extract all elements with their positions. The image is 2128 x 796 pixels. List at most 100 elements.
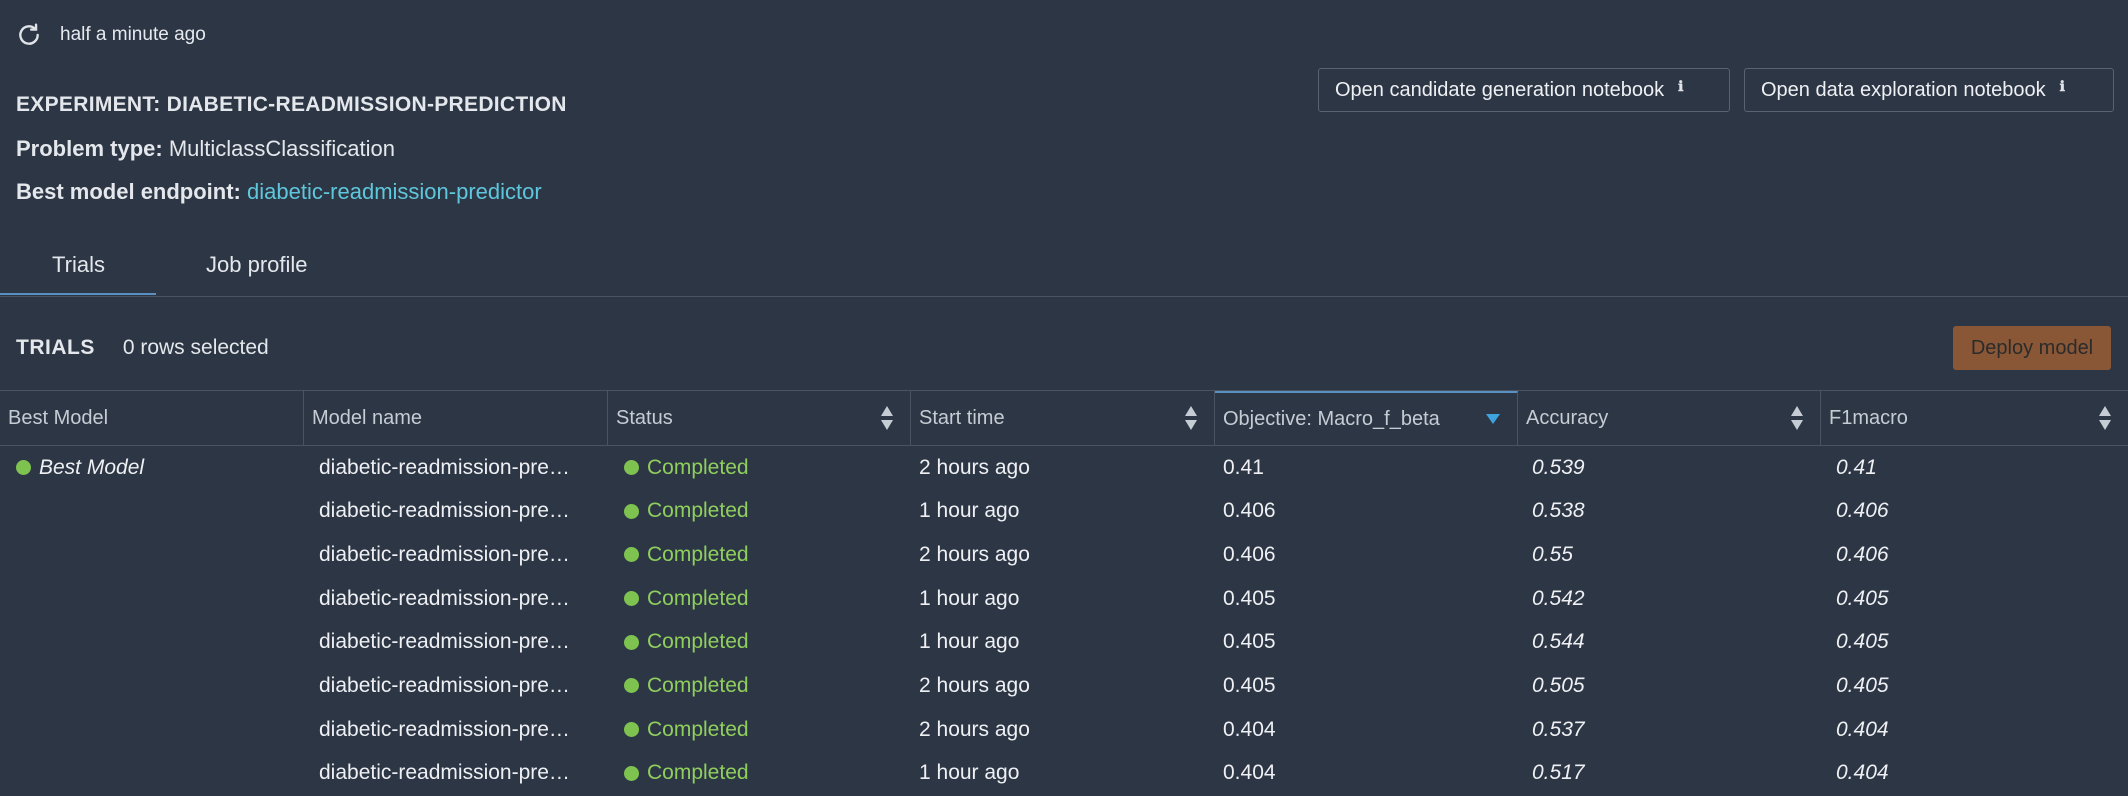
column-header-start-time[interactable]: Start time <box>911 391 1215 445</box>
model-name-cell[interactable]: diabetic-readmission-pre… <box>319 752 570 795</box>
objective-cell: 0.405 <box>1223 630 1276 654</box>
refresh-area: half a minute ago <box>16 22 206 48</box>
accuracy-cell: 0.544 <box>1532 630 1585 654</box>
sort-icon[interactable] <box>880 405 894 431</box>
status-cell: Completed <box>624 533 749 576</box>
sort-icon[interactable] <box>1790 405 1804 431</box>
start-time-cell: 2 hours ago <box>919 542 1030 566</box>
status-dot-icon <box>624 678 639 694</box>
f1macro-cell: 0.405 <box>1836 673 1889 697</box>
start-time-cell: 2 hours ago <box>919 455 1030 479</box>
table-row[interactable]: diabetic-readmission-pre… Completed 1 ho… <box>0 752 2128 796</box>
model-name-cell[interactable]: diabetic-readmission-pre… <box>319 577 570 620</box>
status-cell: Completed <box>624 664 749 707</box>
status-dot-icon <box>624 765 639 781</box>
objective-cell: 0.404 <box>1223 761 1276 785</box>
model-name-cell[interactable]: diabetic-readmission-pre… <box>319 446 570 489</box>
info-icon[interactable]: ℹ <box>1678 78 1683 95</box>
sort-descending-icon[interactable] <box>1485 413 1501 425</box>
best-model-dot-icon <box>16 460 31 475</box>
model-name-cell[interactable]: diabetic-readmission-pre… <box>319 664 570 707</box>
table-row[interactable]: Best Model diabetic-readmission-pre… Com… <box>0 446 2128 490</box>
objective-cell: 0.404 <box>1223 717 1276 741</box>
status-text: Completed <box>647 455 749 479</box>
best-model-label: Best Model <box>39 455 145 479</box>
column-header-objective[interactable]: Objective: Macro_f_beta <box>1215 391 1518 445</box>
table-row[interactable]: diabetic-readmission-pre… Completed 1 ho… <box>0 490 2128 534</box>
tab-trials[interactable]: Trials <box>52 252 105 278</box>
table-row[interactable]: diabetic-readmission-pre… Completed 2 ho… <box>0 708 2128 752</box>
accuracy-cell: 0.537 <box>1532 717 1585 741</box>
column-header-accuracy[interactable]: Accuracy <box>1518 391 1821 445</box>
status-cell: Completed <box>624 490 749 533</box>
tab-job-profile[interactable]: Job profile <box>206 252 308 278</box>
accuracy-cell: 0.542 <box>1532 586 1585 610</box>
status-cell: Completed <box>624 752 749 795</box>
tab-bar: Trials Job profile <box>0 240 2128 297</box>
table-row[interactable]: diabetic-readmission-pre… Completed 2 ho… <box>0 664 2128 708</box>
objective-cell: 0.405 <box>1223 673 1276 697</box>
accuracy-cell: 0.55 <box>1532 542 1573 566</box>
table-row[interactable]: diabetic-readmission-pre… Completed 1 ho… <box>0 577 2128 621</box>
model-name-cell[interactable]: diabetic-readmission-pre… <box>319 708 570 751</box>
candidate-notebook-label: Open candidate generation notebook <box>1335 78 1665 101</box>
trials-table: Best Model Model name Status Start time … <box>0 390 2128 796</box>
accuracy-cell: 0.538 <box>1532 499 1585 523</box>
model-name-cell[interactable]: diabetic-readmission-pre… <box>319 621 570 664</box>
f1macro-cell: 0.405 <box>1836 630 1889 654</box>
last-refreshed-text: half a minute ago <box>60 24 206 45</box>
table-header: Best Model Model name Status Start time … <box>0 390 2128 446</box>
refresh-icon[interactable] <box>16 22 42 48</box>
problem-type-value: MulticlassClassification <box>168 136 396 161</box>
exploration-notebook-label: Open data exploration notebook <box>1761 78 2046 101</box>
status-text: Completed <box>647 499 749 523</box>
status-text: Completed <box>647 586 749 610</box>
table-row[interactable]: diabetic-readmission-pre… Completed 2 ho… <box>0 533 2128 577</box>
start-time-cell: 1 hour ago <box>919 630 1020 654</box>
endpoint-link[interactable]: diabetic-readmission-predictor <box>247 179 542 204</box>
f1macro-cell: 0.404 <box>1836 761 1889 785</box>
status-dot-icon <box>624 722 639 738</box>
start-time-cell: 2 hours ago <box>919 717 1030 741</box>
column-label: Model name <box>312 406 423 429</box>
deploy-model-button[interactable]: Deploy model <box>1953 326 2111 370</box>
model-name-cell[interactable]: diabetic-readmission-pre… <box>319 490 570 533</box>
best-model-cell: Best Model <box>16 446 144 489</box>
column-header-best-model[interactable]: Best Model <box>0 391 304 445</box>
trials-label: TRIALS <box>16 336 95 359</box>
objective-cell: 0.406 <box>1223 542 1276 566</box>
status-dot-icon <box>624 591 639 607</box>
start-time-cell: 1 hour ago <box>919 499 1020 523</box>
open-candidate-notebook-button[interactable]: Open candidate generation notebook ℹ <box>1318 68 1730 112</box>
status-dot-icon <box>624 547 639 563</box>
status-text: Completed <box>647 542 749 566</box>
status-dot-icon <box>624 634 639 650</box>
status-cell: Completed <box>624 621 749 664</box>
open-data-exploration-notebook-button[interactable]: Open data exploration notebook ℹ <box>1744 68 2114 112</box>
column-header-status[interactable]: Status <box>608 391 911 445</box>
model-name-cell[interactable]: diabetic-readmission-pre… <box>319 533 570 576</box>
objective-cell: 0.406 <box>1223 499 1276 523</box>
start-time-cell: 2 hours ago <box>919 673 1030 697</box>
trials-header: TRIALS 0 rows selected <box>16 336 269 360</box>
info-icon[interactable]: ℹ <box>2060 78 2065 95</box>
best-model-endpoint: Best model endpoint: diabetic-readmissio… <box>16 179 542 205</box>
column-header-model-name[interactable]: Model name <box>304 391 608 445</box>
status-dot-icon <box>624 503 639 519</box>
table-row[interactable]: diabetic-readmission-pre… Completed 1 ho… <box>0 621 2128 665</box>
f1macro-cell: 0.406 <box>1836 499 1889 523</box>
active-tab-indicator <box>0 293 156 295</box>
problem-type: Problem type: MulticlassClassification <box>16 136 395 162</box>
endpoint-label: Best model endpoint: <box>16 179 241 204</box>
accuracy-cell: 0.539 <box>1532 455 1585 479</box>
f1macro-cell: 0.405 <box>1836 586 1889 610</box>
rows-selected-count: 0 rows selected <box>122 336 269 359</box>
f1macro-cell: 0.404 <box>1836 717 1889 741</box>
objective-cell: 0.41 <box>1223 455 1264 479</box>
column-label: Best Model <box>8 406 109 429</box>
column-header-f1macro[interactable]: F1macro <box>1821 391 2128 445</box>
objective-cell: 0.405 <box>1223 586 1276 610</box>
sort-icon[interactable] <box>1184 405 1198 431</box>
status-text: Completed <box>647 673 749 697</box>
sort-icon[interactable] <box>2098 405 2112 431</box>
